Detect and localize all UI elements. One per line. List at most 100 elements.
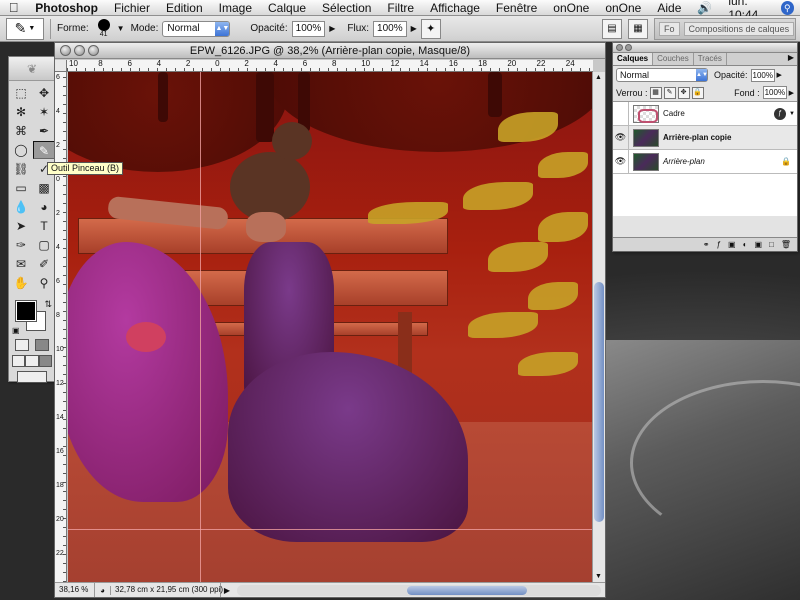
mode-select[interactable]: Normal ▲▼: [162, 20, 231, 37]
menu-aide[interactable]: Aide: [649, 1, 689, 15]
link-icon[interactable]: ⚭: [703, 240, 710, 249]
eye-icon[interactable]: 👁: [613, 126, 629, 149]
adjustment-layer-icon[interactable]: ◐: [743, 240, 748, 249]
horizontal-scroll-thumb[interactable]: [407, 585, 527, 595]
zoom-level[interactable]: 38,16 %: [55, 583, 95, 597]
tab-calques[interactable]: Calques: [613, 53, 654, 65]
healing-brush-tool-icon[interactable]: ◯: [10, 141, 32, 159]
lock-pixels-icon[interactable]: ✎: [663, 86, 676, 99]
layers-panel-titlebar[interactable]: [613, 43, 797, 53]
eye-icon[interactable]: 👁: [613, 150, 629, 173]
panel-menu-icon[interactable]: ▶: [785, 53, 797, 65]
shape-tool-icon[interactable]: ▢: [33, 236, 55, 254]
layer-row-cadre[interactable]: Cadre ƒ ▼: [613, 102, 797, 126]
vertical-scrollbar[interactable]: ▲ ▼: [592, 72, 605, 582]
ruler-horizontal[interactable]: 10 8 6 4 2 0 2 4 6 8 10 12 14 16 18 20 22 24: [67, 59, 593, 72]
menu-filtre[interactable]: Filtre: [379, 1, 422, 15]
close-button[interactable]: [60, 45, 71, 56]
layer-style-icon[interactable]: ƒ: [717, 240, 721, 249]
foreground-color-swatch[interactable]: [15, 300, 37, 322]
blur-tool-icon[interactable]: 💧: [10, 198, 32, 216]
new-layer-icon[interactable]: □: [769, 240, 774, 249]
document-titlebar[interactable]: EPW_6126.JPG @ 38,2% (Arrière-plan copie…: [55, 43, 605, 59]
scroll-up-icon[interactable]: ▲: [595, 74, 602, 81]
standard-mode-icon[interactable]: [15, 339, 29, 351]
speaker-icon[interactable]: 🔊: [689, 1, 720, 15]
hand-tool-icon[interactable]: ✋: [10, 274, 32, 292]
guide-horizontal[interactable]: [68, 529, 593, 530]
horizontal-scrollbar[interactable]: [237, 584, 601, 596]
crop-tool-icon[interactable]: ⌘: [10, 122, 32, 140]
menu-affichage[interactable]: Affichage: [422, 1, 488, 15]
menu-fenetre[interactable]: Fenêtre: [488, 1, 545, 15]
lasso-tool-icon[interactable]: ✻: [10, 103, 32, 121]
chevron-down-icon[interactable]: ▼: [789, 111, 795, 117]
minimize-button[interactable]: [74, 45, 85, 56]
apple-icon[interactable]: : [0, 0, 27, 15]
airbrush-toggle[interactable]: ✦: [420, 18, 441, 39]
panel-minimize-button[interactable]: [625, 44, 632, 51]
tool-preset-picker[interactable]: ✎ ▼: [6, 17, 44, 40]
eyedropper-tool-icon[interactable]: ✐: [33, 255, 55, 273]
notes-tool-icon[interactable]: ✉: [10, 255, 32, 273]
palette-well-toggle[interactable]: ▦: [628, 18, 648, 39]
tab-couches[interactable]: Couches: [653, 53, 694, 65]
fond-arrow[interactable]: ▶: [789, 89, 794, 97]
menu-calque[interactable]: Calque: [260, 1, 314, 15]
well-tab-compositions[interactable]: Compositions de calques: [683, 21, 795, 36]
slice-tool-icon[interactable]: ✒: [33, 122, 55, 140]
well-tab-fo[interactable]: Fo: [659, 21, 680, 36]
file-browser-button[interactable]: ▤: [602, 18, 622, 39]
jump-to-imageready-icon[interactable]: [17, 371, 47, 383]
standard-screen-icon[interactable]: [12, 355, 26, 367]
image-canvas[interactable]: [68, 72, 593, 582]
swap-colors-icon[interactable]: ⇅: [44, 299, 52, 310]
vertical-scroll-thumb[interactable]: [594, 282, 604, 522]
brush-preset-picker[interactable]: 41: [93, 18, 115, 40]
spotlight-icon[interactable]: ⚲: [780, 0, 794, 15]
clone-stamp-tool-icon[interactable]: ⛓: [10, 160, 32, 178]
menu-onone-1[interactable]: onOne: [545, 1, 597, 15]
guide-vertical[interactable]: [200, 72, 201, 582]
flux-slider-arrow[interactable]: ▶: [411, 24, 417, 33]
layer-row-arriere-plan-copie[interactable]: 👁 Arrière-plan copie: [613, 126, 797, 150]
brush-tool-icon[interactable]: ✎: [33, 141, 55, 159]
default-colors-icon[interactable]: ▣: [12, 326, 20, 335]
zoom-button[interactable]: [88, 45, 99, 56]
menu-fichier[interactable]: Fichier: [106, 1, 158, 15]
lock-transparency-icon[interactable]: ▦: [649, 86, 662, 99]
menu-edition[interactable]: Edition: [158, 1, 211, 15]
quick-mask-mode-icon[interactable]: [35, 339, 49, 351]
lock-position-icon[interactable]: ✥: [677, 86, 690, 99]
add-mask-icon[interactable]: ▣: [728, 240, 736, 249]
full-screen-icon[interactable]: [38, 355, 52, 367]
eraser-tool-icon[interactable]: ▭: [10, 179, 32, 197]
type-tool-icon[interactable]: T: [33, 217, 55, 235]
magic-wand-tool-icon[interactable]: ✶: [33, 103, 55, 121]
blend-mode-select[interactable]: Normal ▲▼: [616, 68, 708, 82]
flux-field[interactable]: 100%: [373, 20, 407, 37]
new-group-icon[interactable]: ▣: [754, 240, 762, 249]
menu-selection[interactable]: Sélection: [314, 1, 379, 15]
status-arrow-icon[interactable]: ▶: [221, 586, 233, 595]
brush-dropdown-arrow[interactable]: ▼: [117, 24, 125, 33]
fond-field[interactable]: 100%: [762, 86, 787, 99]
layer-opacite-field[interactable]: 100%: [750, 68, 775, 82]
tab-traces[interactable]: Tracés: [694, 53, 727, 65]
paint-bucket-tool-icon[interactable]: ▩: [33, 179, 55, 197]
lock-all-icon[interactable]: 🔒: [691, 86, 704, 99]
layer-opacite-arrow[interactable]: ▶: [777, 71, 782, 79]
ruler-vertical[interactable]: 6 4 2 0 2 4 6 8 10 12 14 16 18 20 22: [55, 72, 67, 582]
scroll-down-icon[interactable]: ▼: [595, 573, 602, 580]
pen-tool-icon[interactable]: ✑: [10, 236, 32, 254]
panel-close-button[interactable]: [616, 44, 623, 51]
full-screen-menu-icon[interactable]: [25, 355, 39, 367]
ruler-origin[interactable]: [55, 60, 67, 72]
trash-icon[interactable]: 🗑: [781, 240, 791, 249]
move-tool-icon[interactable]: ✥: [33, 84, 55, 102]
path-selection-tool-icon[interactable]: ➤: [10, 217, 32, 235]
visibility-toggle-empty[interactable]: [613, 102, 629, 125]
marquee-tool-icon[interactable]: ⬚: [10, 84, 32, 102]
zoom-tool-icon[interactable]: ⚲: [33, 274, 55, 292]
menu-app-name[interactable]: Photoshop: [27, 1, 106, 15]
